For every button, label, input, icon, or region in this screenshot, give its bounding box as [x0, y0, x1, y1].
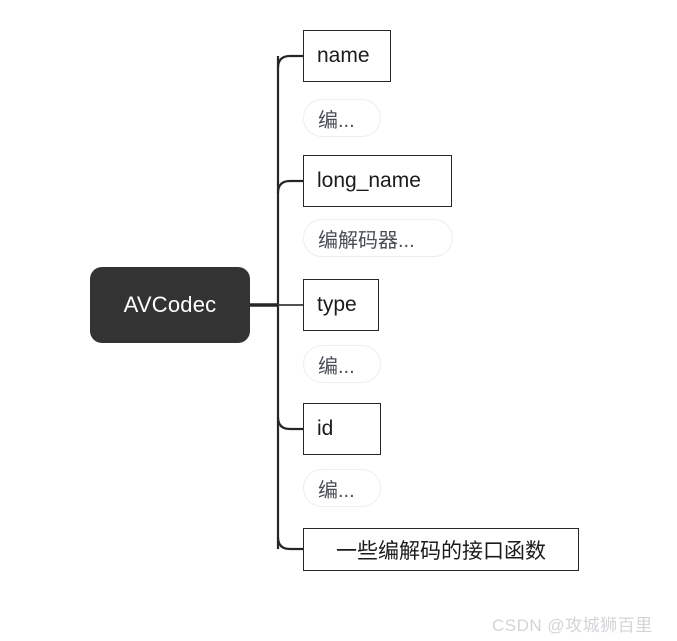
node-id-collapsed-child-label: 编...	[318, 479, 355, 502]
node-name-collapsed-child[interactable]: 编...	[303, 99, 381, 137]
node-long-name[interactable]: long_name	[303, 155, 452, 207]
node-name-collapsed-child-label: 编...	[318, 109, 355, 132]
node-long-name-collapsed-child[interactable]: 编解码器...	[303, 219, 453, 257]
node-id-collapsed-child[interactable]: 编...	[303, 469, 381, 507]
diagram-canvas: AVCodec name 编... long_name 编解码器... type…	[0, 0, 677, 641]
node-type-label: type	[317, 293, 357, 316]
node-long-name-collapsed-child-label: 编解码器...	[318, 229, 415, 252]
node-root-avcodec[interactable]: AVCodec	[90, 267, 250, 343]
csdn-watermark: CSDN @攻城狮百里	[492, 616, 653, 635]
node-type[interactable]: type	[303, 279, 379, 331]
node-long-name-label: long_name	[317, 169, 421, 192]
node-name[interactable]: name	[303, 30, 391, 82]
node-codec-interface-functions[interactable]: 一些编解码的接口函数	[303, 528, 579, 571]
node-id-label: id	[317, 417, 334, 440]
node-type-collapsed-child[interactable]: 编...	[303, 345, 381, 383]
node-name-label: name	[317, 44, 370, 67]
node-codec-interface-functions-label: 一些编解码的接口函数	[336, 539, 546, 563]
node-type-collapsed-child-label: 编...	[318, 355, 355, 378]
node-id[interactable]: id	[303, 403, 381, 455]
node-root-label: AVCodec	[123, 292, 217, 317]
